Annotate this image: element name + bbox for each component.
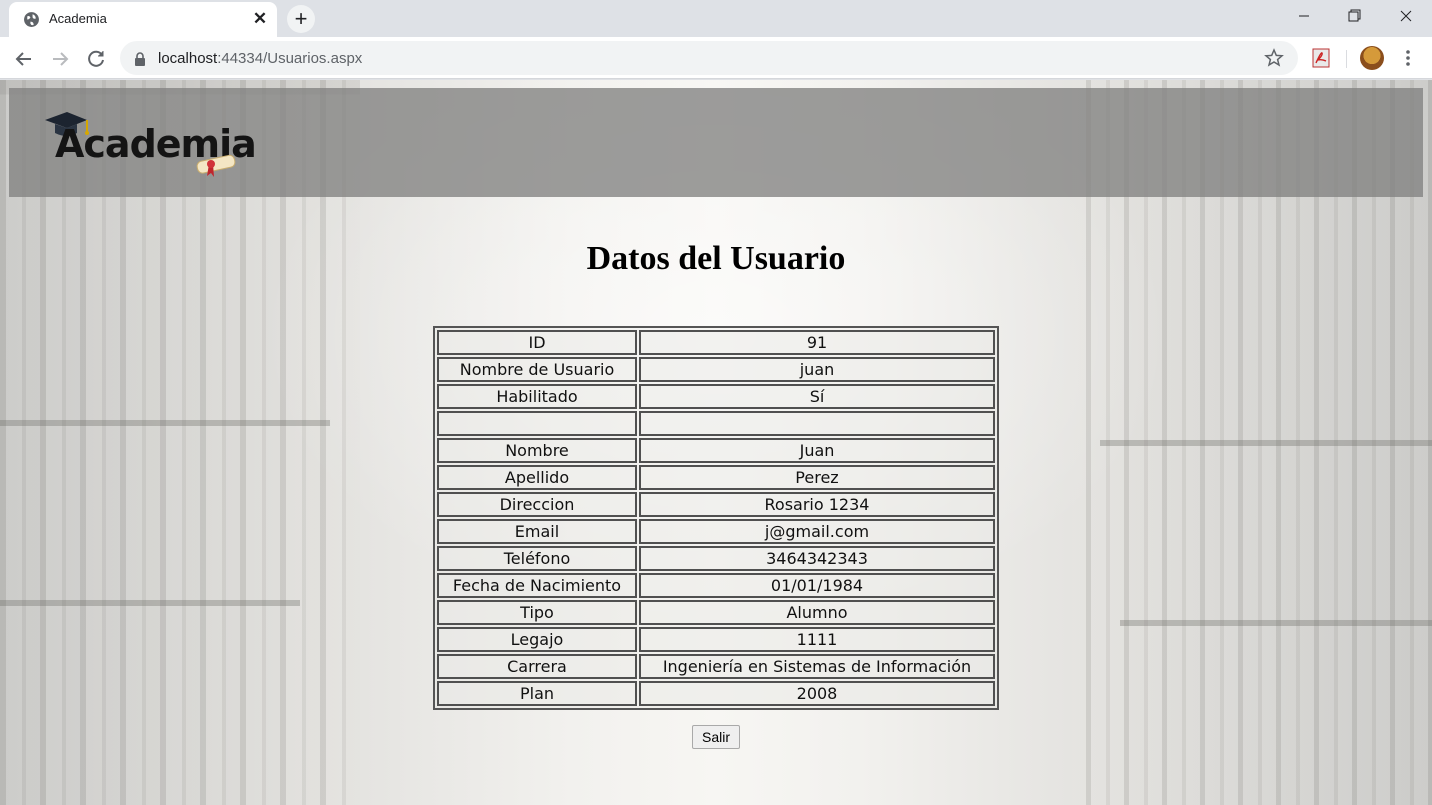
table-row	[437, 411, 995, 436]
table-row: ID 91	[437, 330, 995, 355]
field-label-empty	[437, 411, 637, 436]
field-label-file-number: Legajo	[437, 627, 637, 652]
field-label-phone: Teléfono	[437, 546, 637, 571]
field-label-email: Email	[437, 519, 637, 544]
shelf-decoration	[1100, 440, 1432, 446]
field-value-career: Ingeniería en Sistemas de Información	[639, 654, 995, 679]
back-arrow-icon[interactable]	[10, 45, 38, 73]
table-row: Apellido Perez	[437, 465, 995, 490]
table-row: Tipo Alumno	[437, 600, 995, 625]
shelf-decoration	[0, 420, 330, 426]
field-label-enabled: Habilitado	[437, 384, 637, 409]
table-row: Plan 2008	[437, 681, 995, 706]
reload-icon[interactable]	[82, 45, 110, 73]
close-window-icon[interactable]	[1382, 0, 1430, 34]
address-bar[interactable]: localhost:44334/Usuarios.aspx	[120, 41, 1298, 75]
tab-title: Academia	[49, 11, 107, 26]
table-row: Nombre de Usuario juan	[437, 357, 995, 382]
globe-icon	[24, 12, 39, 27]
field-label-id: ID	[437, 330, 637, 355]
diploma-icon	[196, 154, 236, 177]
page-title: Datos del Usuario	[586, 240, 846, 277]
shelf-decoration	[0, 600, 300, 606]
field-label-type: Tipo	[437, 600, 637, 625]
browser-toolbar: localhost:44334/Usuarios.aspx	[0, 37, 1432, 79]
shelf-decoration	[1120, 620, 1432, 626]
table-row: Habilitado Sí	[437, 384, 995, 409]
exit-button[interactable]: Salir	[692, 725, 740, 749]
forward-arrow-icon[interactable]	[46, 45, 74, 73]
table-row: Teléfono 3464342343	[437, 546, 995, 571]
profile-avatar[interactable]	[1360, 46, 1384, 70]
field-label-plan: Plan	[437, 681, 637, 706]
field-label-last-name: Apellido	[437, 465, 637, 490]
table-row: Direccion Rosario 1234	[437, 492, 995, 517]
field-value-id: 91	[639, 330, 995, 355]
field-value-plan: 2008	[639, 681, 995, 706]
field-value-last-name: Perez	[639, 465, 995, 490]
url-text: localhost:44334/Usuarios.aspx	[158, 50, 363, 67]
user-details-table: ID 91 Nombre de Usuario juan Habilitado Sí …	[433, 326, 999, 710]
academia-logo[interactable]: Academia	[43, 108, 257, 178]
field-label-address: Direccion	[437, 492, 637, 517]
browser-tab[interactable]: Academia ✕	[9, 2, 277, 37]
table-row: Legajo 1111	[437, 627, 995, 652]
field-label-username: Nombre de Usuario	[437, 357, 637, 382]
field-value-empty	[639, 411, 995, 436]
field-label-career: Carrera	[437, 654, 637, 679]
bookmark-star-icon[interactable]	[1264, 48, 1284, 68]
field-value-first-name: Juan	[639, 438, 995, 463]
more-menu-icon[interactable]	[1398, 48, 1418, 68]
table-row: Fecha de Nacimiento 01/01/1984	[437, 573, 995, 598]
field-value-username: juan	[639, 357, 995, 382]
close-tab-icon[interactable]: ✕	[249, 7, 271, 31]
table-row: Carrera Ingeniería en Sistemas de Informa…	[437, 654, 995, 679]
new-tab-button[interactable]: +	[287, 5, 315, 33]
field-value-phone: 3464342343	[639, 546, 995, 571]
site-header: Academia	[9, 88, 1423, 197]
pdf-extension-icon[interactable]	[1312, 48, 1330, 68]
field-value-type: Alumno	[639, 600, 995, 625]
minimize-icon[interactable]	[1280, 0, 1328, 34]
field-value-birthdate: 01/01/1984	[639, 573, 995, 598]
lock-icon	[135, 52, 145, 66]
restore-icon[interactable]	[1330, 0, 1378, 34]
field-value-email: j@gmail.com	[639, 519, 995, 544]
table-row: Nombre Juan	[437, 438, 995, 463]
toolbar-divider	[1346, 50, 1347, 68]
field-label-first-name: Nombre	[437, 438, 637, 463]
field-value-file-number: 1111	[639, 627, 995, 652]
field-value-address: Rosario 1234	[639, 492, 995, 517]
table-row: Email j@gmail.com	[437, 519, 995, 544]
page-viewport: Academia Datos del Usuario ID 91 Nombre d…	[0, 80, 1432, 805]
tab-strip: Academia ✕ +	[0, 0, 1432, 37]
field-label-birthdate: Fecha de Nacimiento	[437, 573, 637, 598]
field-value-enabled: Sí	[639, 384, 995, 409]
